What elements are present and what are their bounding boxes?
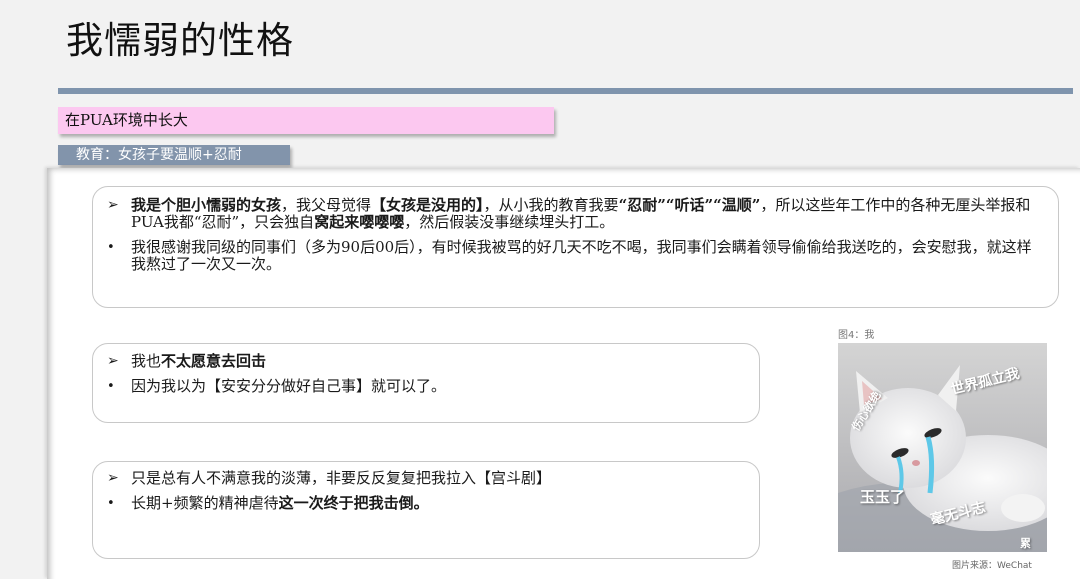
- card-no-fight-back-point-2: • 因为我以为【安安分分做好自己事】就可以了。: [107, 378, 745, 395]
- card-knocked-down-point-2: • 长期+频繁的精神虐待这一次终于把我击倒。: [107, 495, 745, 512]
- section-tag: 在PUA环境中长大: [58, 107, 554, 134]
- figure-caption: 图4：我: [838, 330, 875, 341]
- page-title: 我懦弱的性格: [66, 19, 294, 62]
- text-bold: 【女孩是没用的】: [371, 196, 484, 214]
- arrow-bullet-icon: ➢: [107, 197, 119, 213]
- meme-caption: 玉玉了: [860, 488, 906, 506]
- card-knocked-down: ➢ 只是总有人不满意我的淡薄，非要反反复复把我拉入【宫斗剧】 • 长期+频繁的精…: [92, 461, 760, 559]
- text-bold: “忍耐”“听话”“温顺”: [618, 196, 761, 214]
- card-upbringing: ➢ 我是个胆小懦弱的女孩，我父母觉得【女孩是没用的】，从小我的教育我要“忍耐”“…: [92, 186, 1059, 308]
- text: 我很感谢我同级的同事们（多为90后00后），有时候我被骂的好几天不吃不喝，我同事…: [131, 238, 1032, 273]
- arrow-bullet-icon: ➢: [107, 470, 119, 486]
- meme-caption: 累: [1020, 537, 1031, 550]
- dot-bullet-icon: •: [107, 240, 115, 255]
- card-no-fight-back: ➢ 我也不太愿意去回击 • 因为我以为【安安分分做好自己事】就可以了。: [92, 343, 760, 423]
- text-bold: 不太愿意去回击: [161, 352, 267, 370]
- text: 因为我以为【安安分分做好自己事】就可以了。: [131, 377, 447, 395]
- crying-cat-meme-image: 世界孤立我 伤心欲绝 玉玉了 毫无斗志 累: [838, 343, 1047, 552]
- dot-bullet-icon: •: [107, 496, 115, 511]
- card-knocked-down-point-1: ➢ 只是总有人不满意我的淡薄，非要反反复复把我拉入【宫斗剧】: [107, 470, 745, 487]
- education-tag: 教育：女孩子要温顺+忍耐: [58, 145, 290, 165]
- text: 长期+频繁的精神虐待: [131, 494, 279, 512]
- text: 我也: [131, 352, 162, 370]
- text: ，我父母觉得: [281, 196, 372, 214]
- text-bold: 我是个胆小懦弱的女孩: [131, 196, 282, 214]
- text-bold: 窝起来嘤嘤嘤: [314, 213, 405, 231]
- card-upbringing-point-1: ➢ 我是个胆小懦弱的女孩，我父母觉得【女孩是没用的】，从小我的教育我要“忍耐”“…: [107, 197, 1044, 231]
- title-divider: [58, 88, 1073, 94]
- text: 只是总有人不满意我的淡薄，非要反反复复把我拉入【宫斗剧】: [131, 469, 552, 487]
- card-no-fight-back-point-1: ➢ 我也不太愿意去回击: [107, 353, 745, 370]
- text: ，然后假装没事继续埋头打工。: [404, 213, 615, 231]
- card-upbringing-point-2: • 我很感谢我同级的同事们（多为90后00后），有时候我被骂的好几天不吃不喝，我…: [107, 239, 1044, 273]
- dot-bullet-icon: •: [107, 379, 115, 394]
- image-source-caption: 图片来源：WeChat: [952, 561, 1032, 571]
- text-bold: 这一次终于把我击倒。: [278, 494, 429, 512]
- text: ，从小我的教育我要: [483, 196, 619, 214]
- arrow-bullet-icon: ➢: [107, 353, 119, 369]
